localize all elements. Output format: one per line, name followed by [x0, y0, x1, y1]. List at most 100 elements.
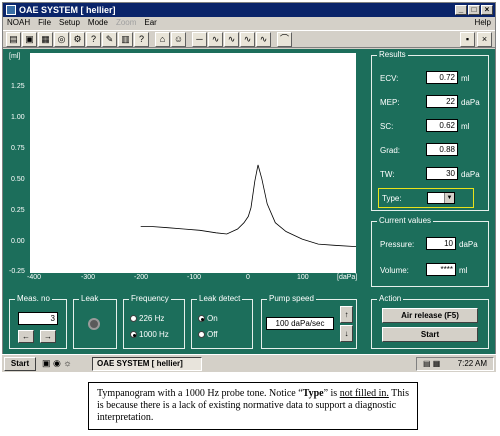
taskbar-app-button[interactable]: OAE SYSTEM [ hellier]	[92, 357, 202, 371]
edit-icon[interactable]: ✎	[102, 31, 117, 47]
down-arrow-icon[interactable]: ↓	[340, 325, 353, 342]
grad-value: 0.88	[426, 143, 458, 156]
volume-unit: ml	[459, 266, 468, 275]
y-tick: 1.00	[11, 114, 25, 121]
title-bar: OAE SYSTEM [ hellier] _ □ ×	[3, 3, 495, 17]
open-icon[interactable]: ▤	[6, 31, 21, 47]
meas-no-value[interactable]: 3	[18, 312, 58, 325]
type-select[interactable]: ▼	[427, 192, 455, 204]
x-tick: 0	[246, 274, 250, 281]
tw-unit: daPa	[461, 170, 480, 179]
menu-file[interactable]: File	[38, 17, 51, 29]
frequency-group: Frequency 226 Hz 1000 Hz	[123, 294, 185, 349]
air-release-button[interactable]: Air release (F5)	[382, 308, 478, 323]
radio-selected-icon	[130, 331, 137, 338]
tray-icons[interactable]: ▤ ▦	[423, 358, 440, 370]
pump-speed-group: Pump speed 100 daPa/sec ↑ ↓	[261, 294, 357, 349]
freq-1000-label: 1000 Hz	[139, 330, 169, 339]
ecv-value: 0.72	[426, 71, 458, 84]
save-icon[interactable]: ▣	[22, 31, 37, 47]
y-tick: 1.25	[11, 83, 25, 90]
results-group: Results ECV: 0.72 ml MEP: 22 daPa SC: 0.…	[371, 50, 489, 211]
prev-arrow-icon[interactable]: ←	[18, 330, 34, 343]
main-panel: [ml] 1.25 1.00 0.75 0.50 0.25 0.00 -0.25…	[3, 49, 495, 371]
menu-mode[interactable]: Mode	[88, 17, 108, 29]
system-tray: ▤ ▦ 7:22 AM	[416, 357, 494, 371]
leak-group: Leak	[73, 294, 117, 349]
pump-speed-value[interactable]: 100 daPa/sec	[266, 317, 334, 330]
quicklaunch-icons[interactable]: ▣ ◉ ☼	[42, 358, 72, 369]
curve-icon[interactable]: ⌒	[277, 31, 292, 47]
wave-icon-1[interactable]: ∿	[208, 31, 223, 47]
info-icon[interactable]: ?	[86, 31, 101, 47]
freq-1000-radio[interactable]: 1000 Hz	[130, 330, 169, 339]
wave-icon-4[interactable]: ∿	[256, 31, 271, 47]
close-doc-icon[interactable]: ×	[477, 32, 492, 47]
window-title: OAE SYSTEM [ hellier]	[19, 5, 116, 15]
menu-ear[interactable]: Ear	[144, 17, 156, 29]
sc-unit: ml	[461, 122, 470, 131]
x-tick: 100	[297, 274, 309, 281]
minimize-button[interactable]: _	[455, 5, 467, 15]
leak-off-label: Off	[207, 330, 218, 339]
taskbar-app-label: OAE SYSTEM [ hellier]	[97, 359, 183, 368]
radio-icon	[198, 331, 205, 338]
leak-detect-title: Leak detect	[197, 294, 243, 304]
current-values-group: Current values Pressure: 10 daPa Volume:…	[371, 216, 489, 287]
x-unit-label: [daPa]	[337, 274, 358, 281]
wave-icon-2[interactable]: ∿	[224, 31, 239, 47]
leak-on-label: On	[207, 314, 218, 323]
volume-label: Volume:	[380, 266, 409, 275]
radio-icon	[130, 315, 137, 322]
tw-label: TW:	[380, 170, 395, 179]
leak-on-radio[interactable]: On	[198, 314, 218, 323]
settings-icon[interactable]: ⚙	[70, 31, 85, 47]
frequency-title: Frequency	[129, 294, 171, 304]
menu-noah[interactable]: NOAH	[7, 17, 30, 29]
x-tick: -400	[27, 274, 42, 281]
chart-icon[interactable]: ▥	[118, 31, 133, 47]
current-values-title: Current values	[377, 216, 434, 226]
person-icon[interactable]: ☺	[171, 31, 186, 47]
caption-underline: not filled in.	[339, 388, 389, 399]
leak-title: Leak	[79, 294, 101, 304]
start-button-taskbar[interactable]: Start	[4, 357, 36, 371]
wave-icon-3[interactable]: ∿	[240, 31, 255, 47]
x-tick: -100	[187, 274, 202, 281]
maximize-button[interactable]: □	[468, 5, 480, 15]
save-disk-icon[interactable]: ▪	[460, 32, 475, 47]
tympanogram-plot	[30, 53, 357, 273]
probe-icon[interactable]: ◎	[54, 31, 69, 47]
menu-setup[interactable]: Setup	[59, 17, 80, 29]
caption-box: Tympanogram with a 1000 Hz probe tone. N…	[88, 382, 418, 430]
action-title: Action	[377, 294, 404, 304]
home-icon[interactable]: ⌂	[155, 31, 170, 47]
mep-unit: daPa	[461, 98, 480, 107]
start-button[interactable]: Start	[382, 327, 478, 342]
up-arrow-icon[interactable]: ↑	[340, 306, 353, 323]
results-title: Results	[377, 50, 408, 60]
caption-text-2: ” is	[323, 388, 340, 399]
minus-icon[interactable]: ─	[192, 31, 207, 47]
mep-value: 22	[426, 95, 458, 108]
next-arrow-icon[interactable]: →	[40, 330, 56, 343]
sc-label: SC:	[380, 122, 394, 131]
freq-226-label: 226 Hz	[139, 314, 165, 323]
leak-off-radio[interactable]: Off	[198, 330, 218, 339]
menu-bar: NOAH File Setup Mode Zoom Ear Help	[3, 17, 495, 29]
y-tick: 0.75	[11, 145, 25, 152]
menu-help[interactable]: Help	[475, 17, 491, 29]
grad-label: Grad:	[380, 146, 401, 155]
leak-detect-group: Leak detect On Off	[191, 294, 253, 349]
ecv-label: ECV:	[380, 74, 399, 83]
chevron-down-icon[interactable]: ▼	[444, 193, 454, 203]
pump-speed-title: Pump speed	[267, 294, 316, 304]
help-icon[interactable]: ?	[134, 31, 149, 47]
print-icon[interactable]: ▦	[38, 31, 53, 47]
type-highlight-box: Type: ▼	[378, 188, 474, 208]
close-button[interactable]: ×	[481, 5, 493, 15]
leak-indicator-icon	[88, 318, 100, 330]
freq-226-radio[interactable]: 226 Hz	[130, 314, 164, 323]
caption-bold-type: Type	[302, 388, 324, 399]
menu-zoom: Zoom	[115, 18, 137, 27]
